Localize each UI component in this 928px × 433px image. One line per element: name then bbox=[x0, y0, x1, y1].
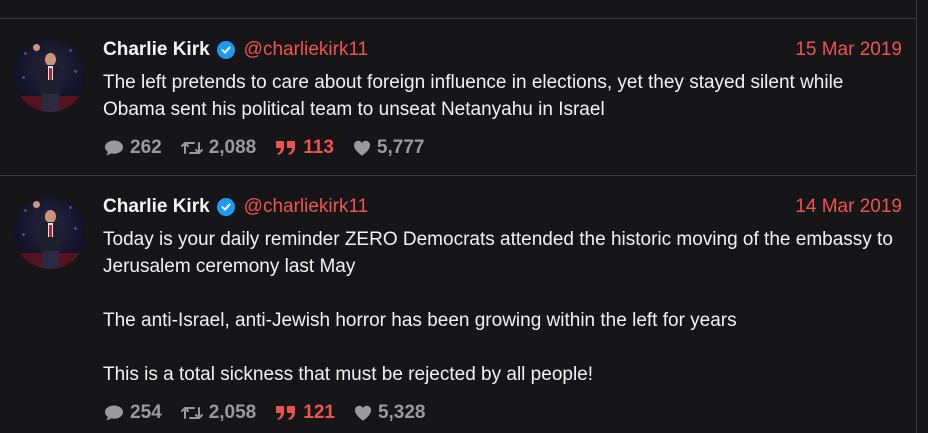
quote-icon bbox=[276, 406, 296, 420]
tweet-card[interactable]: Charlie Kirk @charliekirk11 15 Mar 2019 … bbox=[0, 19, 916, 176]
quote-count[interactable]: 121 bbox=[274, 402, 335, 424]
reply-count-value: 262 bbox=[130, 137, 162, 158]
tweet-paragraph: The left pretends to care about foreign … bbox=[103, 72, 844, 120]
retweet-count-value: 2,058 bbox=[208, 402, 257, 423]
heart-icon bbox=[354, 405, 371, 421]
tweet-date[interactable]: 14 Mar 2019 bbox=[795, 196, 902, 218]
reply-count[interactable]: 262 bbox=[103, 137, 162, 159]
avatar[interactable] bbox=[14, 197, 86, 269]
heart-icon bbox=[353, 140, 370, 156]
retweet-count-value: 2,088 bbox=[208, 137, 257, 158]
tweet-header: Charlie Kirk @charliekirk11 14 Mar 2019 bbox=[103, 196, 902, 218]
verified-badge-icon bbox=[216, 198, 235, 216]
reply-count[interactable]: 254 bbox=[103, 402, 162, 424]
reply-count-value: 254 bbox=[130, 402, 162, 423]
quote-count[interactable]: 113 bbox=[274, 137, 334, 159]
tweet-card[interactable]: Charlie Kirk @charliekirk11 14 Mar 2019 … bbox=[0, 176, 916, 433]
tweet-stats: 254 2,058 121 5,328 bbox=[103, 401, 444, 425]
tweet-paragraph: The anti-Israel, anti-Jewish horror has … bbox=[103, 310, 737, 331]
tweet-header: Charlie Kirk @charliekirk11 15 Mar 2019 bbox=[103, 39, 902, 61]
like-count-value: 5,328 bbox=[377, 402, 426, 423]
tweet-paragraph: This is a total sickness that must be re… bbox=[103, 364, 594, 385]
speech-bubble-icon bbox=[105, 140, 123, 156]
like-count[interactable]: 5,777 bbox=[352, 137, 425, 159]
scroll-track-line bbox=[916, 0, 917, 433]
tweet-text: Today is your daily reminder ZERO Democr… bbox=[103, 226, 893, 388]
author-name[interactable]: Charlie Kirk bbox=[103, 39, 210, 61]
quote-count-value: 113 bbox=[303, 137, 334, 158]
retweet-count[interactable]: 2,088 bbox=[180, 137, 257, 159]
retweet-icon bbox=[180, 407, 203, 419]
like-count-value: 5,777 bbox=[376, 137, 425, 158]
tweet-date[interactable]: 15 Mar 2019 bbox=[795, 39, 902, 61]
tweet-paragraph: Today is your daily reminder ZERO Democr… bbox=[103, 229, 893, 277]
speech-bubble-icon bbox=[105, 405, 123, 421]
tweet-stats: 262 2,088 113 5,777 bbox=[103, 136, 442, 160]
retweet-count[interactable]: 2,058 bbox=[180, 402, 257, 424]
quote-icon bbox=[276, 141, 296, 155]
retweet-icon bbox=[180, 142, 203, 154]
verified-badge-icon bbox=[216, 41, 235, 59]
previous-item-separator bbox=[0, 0, 916, 19]
quote-count-value: 121 bbox=[303, 402, 335, 423]
like-count[interactable]: 5,328 bbox=[353, 402, 426, 424]
author-handle[interactable]: @charliekirk11 bbox=[244, 196, 369, 218]
avatar[interactable] bbox=[14, 40, 86, 112]
tweet-text: The left pretends to care about foreign … bbox=[103, 69, 893, 123]
author-name[interactable]: Charlie Kirk bbox=[103, 196, 210, 218]
author-handle[interactable]: @charliekirk11 bbox=[244, 39, 369, 61]
